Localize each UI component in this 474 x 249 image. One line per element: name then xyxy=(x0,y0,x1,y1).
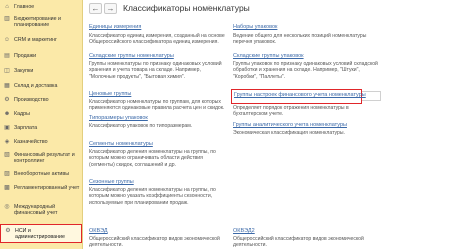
link-price-groups[interactable]: Ценовые группы xyxy=(89,91,131,98)
cart-icon: ◫ xyxy=(4,68,10,74)
crm-icon: ☺ xyxy=(3,37,11,43)
link-segments[interactable]: Сегменты номенклатуры xyxy=(89,141,153,148)
sidebar-item-label: Финансовый результат и контроллинг xyxy=(14,152,75,164)
sidebar: ⌂ Главное ▥ Бюджетирование и планировани… xyxy=(0,0,83,249)
sidebar-item-international-accounting[interactable]: ◎ Международный финансовый учет xyxy=(0,203,82,217)
sidebar-item-label: Казначейство xyxy=(14,139,48,145)
international-icon: ◎ xyxy=(4,204,10,210)
desc-package-sizes: Классификатор упаковок по типоразмерам. xyxy=(89,123,193,129)
sidebar-item-label: CRM и маркетинг xyxy=(14,37,57,43)
desc-package-sets: Ведение общего для нескольких позиций но… xyxy=(233,33,367,46)
sidebar-item-main[interactable]: ⌂ Главное xyxy=(0,3,82,12)
sidebar-item-label: Кадры xyxy=(14,111,30,117)
desc-analytical-groups: Экономическая классификация номенклатуры… xyxy=(233,130,345,136)
sidebar-item-budgeting[interactable]: ▥ Бюджетирование и планирование xyxy=(0,15,82,29)
desc-units: Классификатор единиц измерения, созданны… xyxy=(89,33,225,46)
warehouse-icon: ▦ xyxy=(4,83,10,89)
forward-button[interactable]: → xyxy=(104,3,117,14)
gear-icon: ⚙ xyxy=(5,228,11,234)
desc-warehouse-groups: Группы номенклатуры по признаку одинаков… xyxy=(89,61,222,80)
sidebar-item-label: Склад и доставка xyxy=(14,83,58,89)
desc-seasonal-groups: Классификатор деления номенклатуры на гр… xyxy=(89,187,216,206)
sidebar-item-financial-result[interactable]: ▧ Финансовый результат и контроллинг xyxy=(0,151,82,165)
regulated-icon: ▩ xyxy=(4,185,10,191)
link-package-sizes[interactable]: Типоразмеры упаковок xyxy=(89,115,148,122)
star-icon[interactable]: ☆ xyxy=(205,4,213,13)
link-seasonal-groups[interactable]: Сезонные группы xyxy=(89,179,134,186)
sidebar-item-nsi-admin[interactable]: ⚙ НСИ и администрирование xyxy=(0,224,82,243)
sales-icon: ▤ xyxy=(4,53,10,59)
sidebar-item-label: Международный финансовый учет xyxy=(14,204,58,216)
sidebar-item-regulated-accounting[interactable]: ▩ Регламентированный учет xyxy=(0,184,82,198)
sidebar-item-salary[interactable]: ▣ Зарплата xyxy=(0,124,82,133)
people-icon: ☻ xyxy=(3,111,11,117)
sidebar-item-label: Зарплата xyxy=(14,125,38,131)
sidebar-item-production[interactable]: ⚙ Производство xyxy=(0,96,82,105)
sidebar-item-label: Производство xyxy=(14,97,49,103)
desc-okved: Общероссийский классификатор видов эконо… xyxy=(89,236,220,249)
assets-icon: ▨ xyxy=(4,171,10,177)
link-financial-accounting-groups[interactable]: Группы настроек финансового учета номенк… xyxy=(234,92,366,99)
sidebar-item-label: Продажи xyxy=(14,53,37,59)
sidebar-item-label: НСИ и администрирование xyxy=(15,228,65,240)
sidebar-item-label: Регламентированный учет xyxy=(14,185,80,191)
main-content: ← → Классификаторы номенклатуры ☆ Единиц… xyxy=(83,0,474,249)
link-warehouse-groups[interactable]: Складские группы номенклатуры xyxy=(89,53,174,60)
back-button[interactable]: ← xyxy=(89,3,102,14)
desc-package-warehouse-groups: Группы упаковок по признаку одинаковых у… xyxy=(233,61,378,80)
sidebar-item-crm[interactable]: ☺ CRM и маркетинг xyxy=(0,36,82,45)
desc-segments: Классификатор деления номенклатуры на гр… xyxy=(89,149,216,168)
link-units[interactable]: Единицы измерения xyxy=(89,24,141,31)
link-analytical-groups[interactable]: Группы аналитического учета номенклатуры xyxy=(233,122,347,129)
link-package-warehouse-groups[interactable]: Складские группы упаковок xyxy=(233,53,304,60)
sidebar-item-treasury[interactable]: ◈ Казначейство xyxy=(0,138,82,147)
home-icon: ⌂ xyxy=(5,4,9,10)
treasury-icon: ◈ xyxy=(4,139,10,145)
sidebar-item-purchases[interactable]: ◫ Закупки xyxy=(0,67,82,76)
sidebar-item-fixed-assets[interactable]: ▨ Внеоборотные активы xyxy=(0,170,82,179)
sidebar-item-warehouse[interactable]: ▦ Склад и доставка xyxy=(0,82,82,91)
link-okved[interactable]: ОКВЭД xyxy=(89,228,108,235)
chart-icon: ▥ xyxy=(4,16,10,22)
sidebar-item-sales[interactable]: ▤ Продажи xyxy=(0,52,82,61)
link-okved2[interactable]: ОКВЭД2 xyxy=(233,228,255,235)
salary-icon: ▣ xyxy=(4,125,10,131)
link-package-sets[interactable]: Наборы упаковок xyxy=(233,24,277,31)
desc-okved2: Общероссийский классификатор видов эконо… xyxy=(233,236,364,249)
sidebar-item-label: Внеоборотные активы xyxy=(14,171,70,177)
sidebar-item-label: Закупки xyxy=(14,68,34,74)
factory-icon: ⚙ xyxy=(4,97,10,103)
finance-icon: ▧ xyxy=(4,152,10,158)
desc-price-groups: Классификатор номенклатуры по группам, д… xyxy=(89,99,225,112)
page-title: Классификаторы номенклатуры xyxy=(123,3,250,13)
sidebar-item-label: Главное xyxy=(14,4,35,10)
sidebar-item-label: Бюджетирование и планирование xyxy=(14,16,61,28)
desc-financial-accounting-groups: Определяет порядок отражения номенклатур… xyxy=(233,105,349,118)
sidebar-item-hr[interactable]: ☻ Кадры xyxy=(0,110,82,119)
